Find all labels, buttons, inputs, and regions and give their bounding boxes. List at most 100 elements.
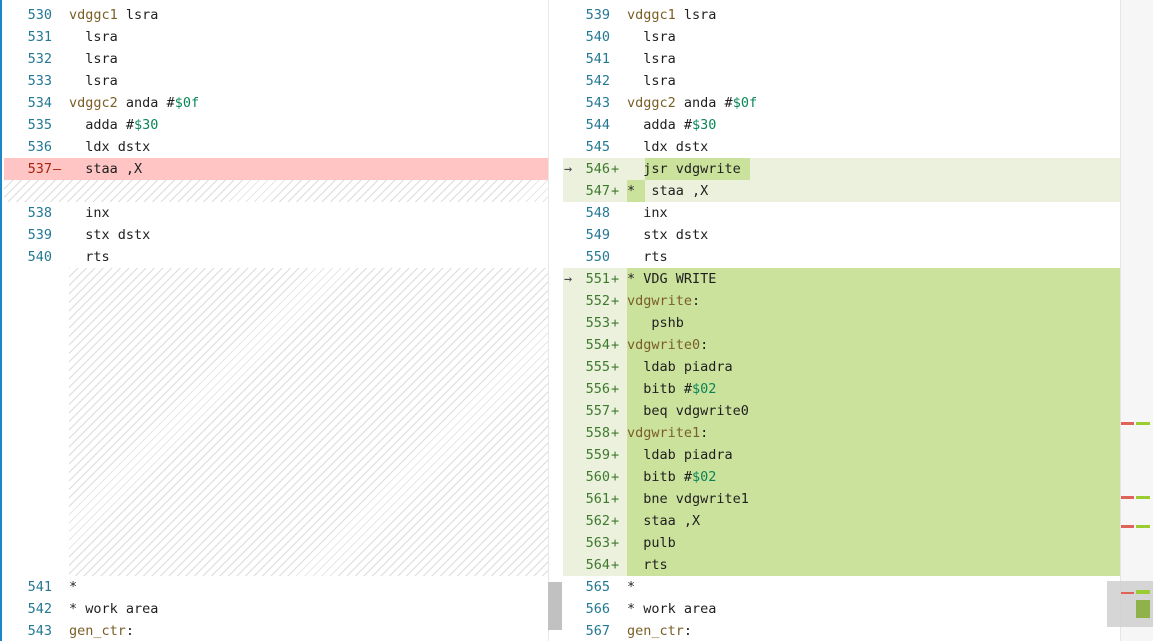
code-text[interactable]: bitb #$02 bbox=[627, 378, 716, 400]
code-text[interactable]: ldx dstx bbox=[69, 136, 150, 158]
line-number: 541 bbox=[585, 51, 610, 67]
code-text[interactable]: pulb bbox=[627, 532, 676, 554]
line-number: 550 bbox=[585, 249, 610, 265]
code-token: bitb # bbox=[627, 469, 693, 485]
code-text[interactable]: vdggc2 anda #$0f bbox=[627, 92, 757, 114]
code-text[interactable]: * bbox=[69, 576, 77, 598]
code-text[interactable]: gen_ctr: bbox=[69, 620, 134, 642]
code-text[interactable]: pshb bbox=[627, 312, 684, 334]
code-text[interactable]: vdgwrite0: bbox=[627, 334, 708, 356]
hex-literal-token: $30 bbox=[134, 117, 159, 133]
code-text[interactable]: inx bbox=[69, 202, 110, 224]
code-text[interactable]: * work area bbox=[69, 598, 158, 620]
code-text[interactable]: staa ,X bbox=[627, 510, 700, 532]
code-token: : bbox=[683, 623, 693, 639]
added-line-marker: + bbox=[611, 293, 620, 309]
code-token: anda # bbox=[117, 95, 175, 111]
code-text[interactable]: staa ,X bbox=[69, 158, 142, 180]
left-padding-hatch bbox=[4, 180, 548, 202]
code-token: * work area bbox=[69, 601, 159, 617]
code-token: staa ,X bbox=[627, 513, 701, 529]
line-number: 546 bbox=[585, 161, 610, 177]
code-token: lsra bbox=[675, 7, 717, 23]
line-number: 552 bbox=[585, 293, 610, 309]
code-text[interactable]: lsra bbox=[627, 26, 676, 48]
code-token: * bbox=[627, 579, 636, 595]
code-text[interactable]: * bbox=[627, 576, 635, 598]
code-text[interactable]: vdgwrite1: bbox=[627, 422, 708, 444]
code-text[interactable]: vdgwrite: bbox=[627, 290, 700, 312]
code-token: : bbox=[700, 337, 709, 353]
code-text[interactable]: gen_ctr: bbox=[627, 620, 692, 642]
code-text[interactable]: lsra bbox=[627, 48, 676, 70]
overview-deleted-marker bbox=[1121, 496, 1134, 499]
code-text[interactable]: stx dstx bbox=[69, 224, 150, 246]
code-token: * bbox=[69, 579, 78, 595]
line-number: 555 bbox=[585, 359, 610, 375]
code-token: lsra bbox=[69, 51, 118, 67]
code-text[interactable]: lsra bbox=[69, 70, 118, 92]
code-text[interactable]: * staa ,X bbox=[627, 180, 708, 202]
added-line-marker: + bbox=[611, 469, 620, 485]
added-line-marker: + bbox=[611, 271, 620, 287]
code-text[interactable]: jsr vdgwrite bbox=[627, 158, 741, 180]
code-text[interactable]: ldab piadra bbox=[627, 356, 732, 378]
overview-deleted-marker bbox=[1121, 592, 1134, 594]
code-text[interactable]: rts bbox=[69, 246, 110, 268]
code-token: beq vdgwrite0 bbox=[627, 403, 749, 419]
code-text[interactable]: * VDG WRITE bbox=[627, 268, 716, 290]
line-number: 551 bbox=[585, 271, 610, 287]
code-text[interactable]: vdggc1 lsra bbox=[627, 4, 716, 26]
code-text[interactable]: stx dstx bbox=[627, 224, 708, 246]
line-number: 553 bbox=[585, 315, 610, 331]
code-text[interactable]: lsra bbox=[69, 26, 118, 48]
code-text[interactable]: rts bbox=[627, 554, 668, 576]
code-text[interactable]: rts bbox=[627, 246, 667, 268]
line-number: 558 bbox=[585, 425, 610, 441]
line-number: 536 bbox=[27, 139, 52, 155]
code-token: lsra bbox=[627, 29, 676, 45]
line-number: 562 bbox=[585, 513, 610, 529]
code-token: lsra bbox=[69, 29, 118, 45]
label-token: vdgwrite0 bbox=[627, 337, 701, 353]
code-text[interactable]: lsra bbox=[69, 48, 118, 70]
hex-literal-token: $02 bbox=[692, 381, 717, 397]
code-text[interactable]: ldab piadra bbox=[627, 444, 732, 466]
code-text[interactable]: vdggc1 lsra bbox=[69, 4, 158, 26]
line-number: 540 bbox=[585, 29, 610, 45]
line-number: 563 bbox=[585, 535, 610, 551]
line-number: 560 bbox=[585, 469, 610, 485]
code-token: : bbox=[692, 293, 701, 309]
added-line-marker: + bbox=[611, 403, 620, 419]
added-line-marker: + bbox=[611, 535, 620, 551]
code-token: rts bbox=[627, 557, 668, 573]
code-text[interactable]: * work area bbox=[627, 598, 716, 620]
code-token: rts bbox=[69, 249, 110, 265]
line-number: 548 bbox=[585, 205, 610, 221]
line-number: 565 bbox=[585, 579, 610, 595]
line-number: 543 bbox=[585, 95, 610, 111]
code-token: inx bbox=[627, 205, 668, 221]
code-token: stx dstx bbox=[69, 227, 151, 243]
code-token: : bbox=[700, 425, 709, 441]
overview-ruler[interactable] bbox=[1120, 0, 1153, 641]
line-number: 543 bbox=[27, 623, 52, 639]
code-text[interactable]: adda #$30 bbox=[627, 114, 716, 136]
code-token: pshb bbox=[627, 315, 684, 331]
line-number: 549 bbox=[585, 227, 610, 243]
label-token: vdggc2 bbox=[627, 95, 676, 111]
code-text[interactable]: lsra bbox=[627, 70, 676, 92]
added-line-marker: + bbox=[611, 425, 620, 441]
code-text[interactable]: ldx dstx bbox=[627, 136, 708, 158]
code-token: staa ,X bbox=[69, 161, 143, 177]
code-text[interactable]: adda #$30 bbox=[69, 114, 158, 136]
line-number: 542 bbox=[27, 601, 52, 617]
code-token: : bbox=[125, 623, 135, 639]
code-text[interactable]: inx bbox=[627, 202, 668, 224]
code-text[interactable]: vdggc2 anda #$0f bbox=[69, 92, 199, 114]
code-token: inx bbox=[69, 205, 110, 221]
code-text[interactable]: beq vdgwrite0 bbox=[627, 400, 749, 422]
code-token: lsra bbox=[117, 7, 159, 23]
code-text[interactable]: bne vdgwrite1 bbox=[627, 488, 749, 510]
code-text[interactable]: bitb #$02 bbox=[627, 466, 716, 488]
